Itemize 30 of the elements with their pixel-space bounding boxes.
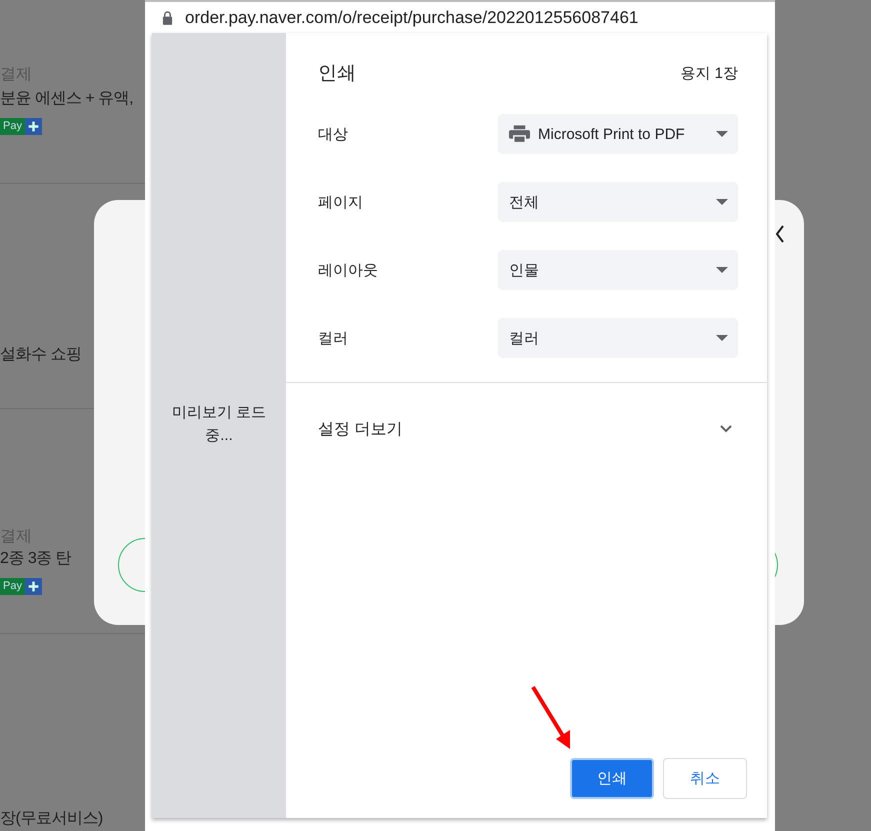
more-settings-toggle[interactable]: 설정 더보기 <box>286 419 767 439</box>
dropdown[interactable]: 전체 <box>498 182 738 222</box>
caret-icon <box>716 267 728 273</box>
product-title: 설화수 쇼핑 <box>0 345 82 365</box>
preview-status: 미리보기 로드 중... <box>170 403 268 446</box>
lock-icon <box>162 10 173 24</box>
dropdown[interactable]: 인물 <box>498 250 738 290</box>
caret-icon <box>716 131 728 137</box>
dropdown[interactable]: Microsoft Print to PDF <box>498 114 738 154</box>
printer-icon <box>509 125 530 143</box>
plus-icon <box>24 578 42 595</box>
setting-label: 컬러 <box>318 328 348 348</box>
product-title: 분윤 에센스 + 유액, <box>0 89 134 109</box>
dialog-title: 인쇄 <box>318 62 356 86</box>
print-button[interactable]: 인쇄 <box>570 758 654 799</box>
caret-icon <box>716 335 728 341</box>
pay-badge: Pay <box>0 578 25 595</box>
product-title: 2종 3종 탄 <box>0 549 72 569</box>
caret-icon <box>716 199 728 205</box>
sheet-count: 용지 1장 <box>680 64 738 82</box>
url-text[interactable]: order.pay.naver.com/o/receipt/purchase/2022012556087461 <box>185 8 638 28</box>
setting-label: 대상 <box>318 124 348 144</box>
dropdown[interactable]: 컬러 <box>498 318 738 358</box>
product-title: 장(무료서비스) <box>0 809 103 829</box>
setting-label: 레이아웃 <box>318 260 378 280</box>
plus-icon <box>24 118 42 135</box>
cancel-button[interactable]: 취소 <box>663 758 747 799</box>
setting-label: 페이지 <box>318 192 363 212</box>
pay-badge: Pay <box>0 118 25 135</box>
chevron-left-icon[interactable] <box>776 225 784 243</box>
